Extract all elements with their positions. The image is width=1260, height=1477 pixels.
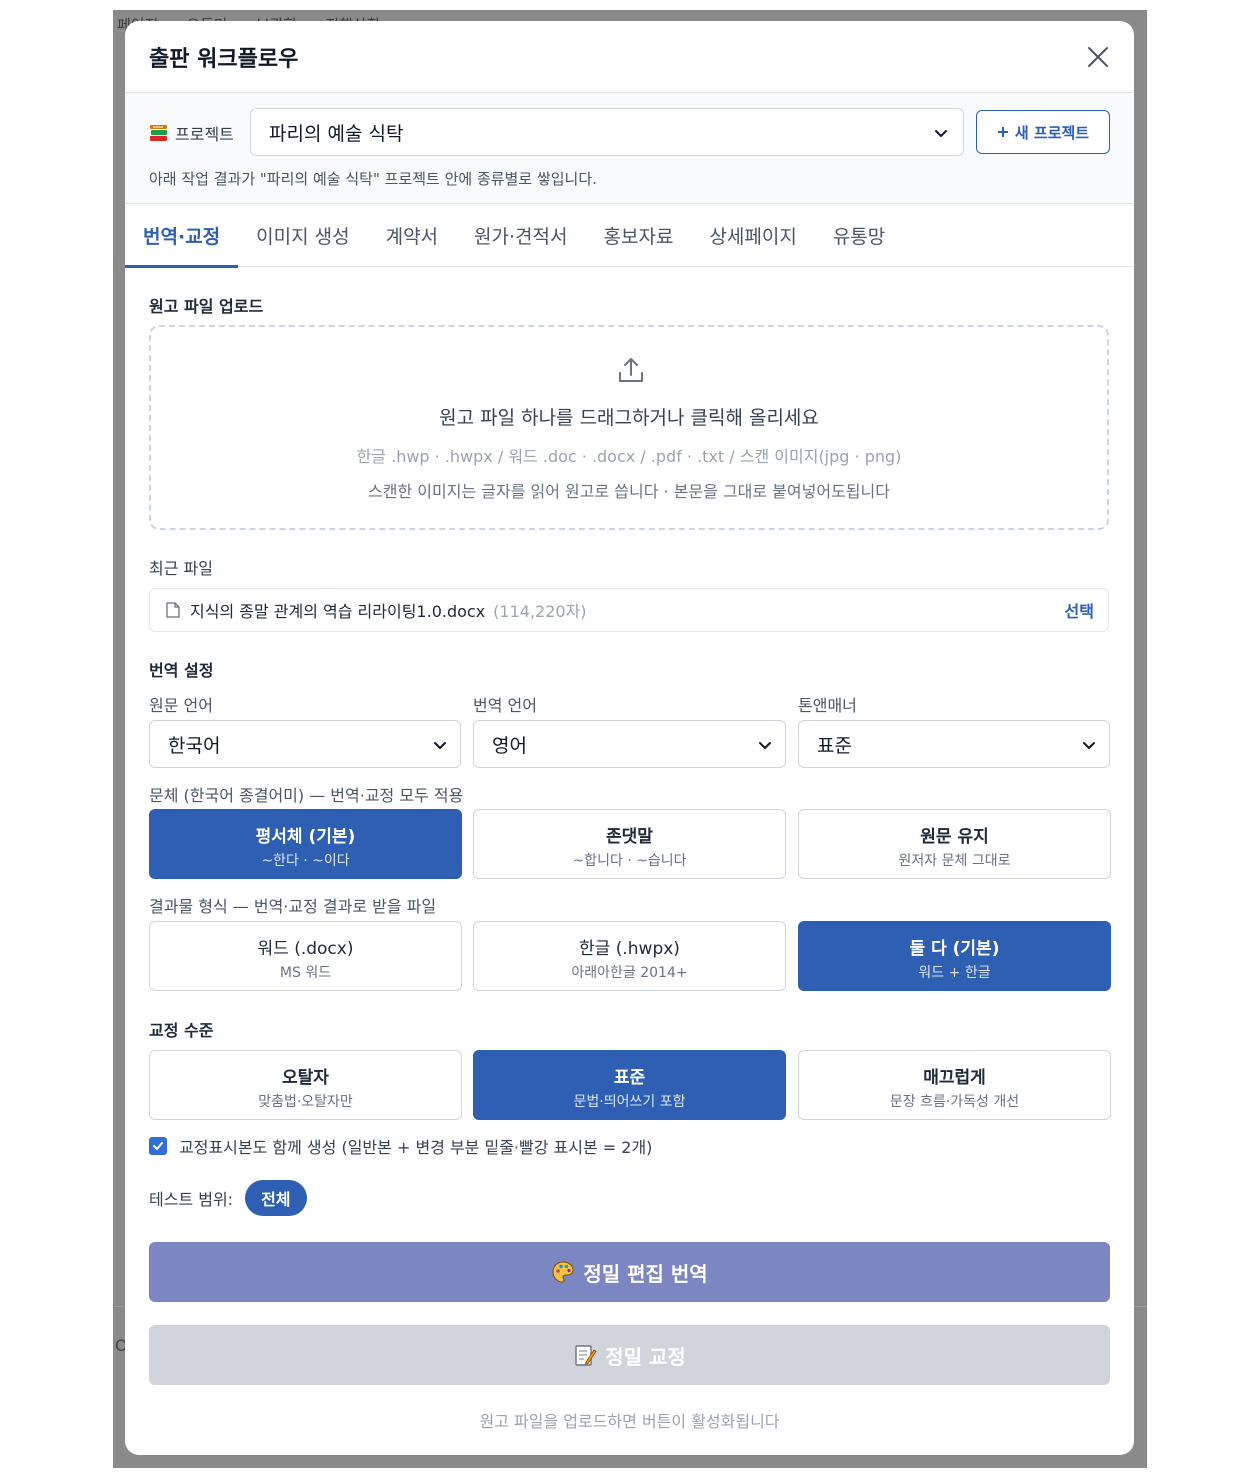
- option-title: 둘 다 (기본): [909, 939, 1000, 959]
- precise-proof-label: 정밀 교정: [605, 1344, 686, 1369]
- test-range-pill[interactable]: 전체: [245, 1180, 307, 1216]
- recent-files-label: 최근 파일: [149, 559, 213, 578]
- tab-detail-page[interactable]: 상세페이지: [691, 204, 814, 267]
- memo-icon: [575, 1345, 597, 1366]
- option-title: 원문 유지: [920, 827, 989, 847]
- project-label: 프로젝트: [149, 121, 234, 145]
- chevron-down-icon: [434, 742, 446, 749]
- style-option-polite[interactable]: 존댓말 ~합니다 · ~습니다: [473, 809, 786, 879]
- output-format-label: 결과물 형식 — 번역·교정 결과로 받을 파일: [149, 897, 437, 916]
- markup-copy-label: 교정표시본도 함께 생성 (일반본 + 변경 부분 밑줄·빨강 표시본 = 2개…: [179, 1138, 653, 1157]
- project-select-value: 파리의 예술 식탁: [269, 122, 404, 145]
- precise-proof-button[interactable]: 정밀 교정: [149, 1325, 1110, 1385]
- recent-file-name: 지식의 종말 관계의 역습 리라이팅1.0.docx: [190, 602, 486, 621]
- output-option-docx[interactable]: 워드 (.docx) MS 워드: [149, 921, 462, 991]
- style-label: 문체 (한국어 종결어미) — 번역·교정 모두 적용: [149, 786, 464, 805]
- option-subtitle: 문법·띄어쓰기 포함: [573, 1094, 686, 1110]
- option-subtitle: ~합니다 · ~습니다: [572, 853, 687, 869]
- recent-file-select-button[interactable]: 선택: [1065, 598, 1094, 622]
- precise-translate-button[interactable]: 정밀 편집 번역: [149, 1242, 1110, 1302]
- project-note: 아래 작업 결과가 "파리의 예술 식탁" 프로젝트 안에 종류별로 쌓입니다.: [149, 170, 597, 188]
- books-icon: [150, 125, 167, 141]
- tab-distribution[interactable]: 유통망: [815, 204, 903, 267]
- style-option-original[interactable]: 원문 유지 원저자 문체 그대로: [798, 809, 1111, 879]
- modal-header: 출판 워크플로우: [125, 21, 1134, 93]
- translation-settings-label: 번역 설정: [149, 661, 214, 680]
- upload-section-label: 원고 파일 업로드: [149, 297, 264, 316]
- close-button[interactable]: [1080, 39, 1116, 75]
- palette-icon: [552, 1261, 574, 1283]
- tone-value: 표준: [817, 734, 852, 757]
- tone-label: 톤앤매너: [798, 696, 857, 715]
- precise-translate-label: 정밀 편집 번역: [583, 1261, 708, 1286]
- target-language-value: 영어: [492, 734, 527, 757]
- option-title: 한글 (.hwpx): [579, 939, 680, 959]
- style-option-plain[interactable]: 평서체 (기본) ~한다 · ~이다: [149, 809, 462, 879]
- option-title: 매끄럽게: [923, 1068, 986, 1088]
- new-project-label: 새 프로젝트: [1014, 123, 1090, 142]
- plus-icon: [997, 127, 1008, 137]
- tone-select[interactable]: 표준: [798, 720, 1110, 768]
- option-subtitle: 맞춤법·오탈자만: [258, 1094, 353, 1110]
- project-bar: 프로젝트 파리의 예술 식탁 새 프로젝트 아래 작업 결과가 "파리의 예술 …: [125, 93, 1134, 204]
- chevron-down-icon: [759, 742, 771, 749]
- upload-icon: [619, 358, 643, 382]
- tab-contract[interactable]: 계약서: [368, 204, 456, 267]
- workflow-modal: 출판 워크플로우 프로젝트 파리의 예술 식탁 새 프로젝트 아래 작업 결과가…: [125, 21, 1134, 1455]
- dropzone-scan-note: 스캔한 이미지는 글자를 읽어 원고로 씁니다 · 본문을 그대로 붙여넣어도됩…: [368, 482, 890, 501]
- file-icon: [166, 602, 180, 618]
- option-subtitle: 원저자 문체 그대로: [898, 853, 1011, 869]
- tab-image-generation[interactable]: 이미지 생성: [238, 204, 367, 267]
- workflow-tabs: 번역·교정 이미지 생성 계약서 원가·견적서 홍보자료 상세페이지 유통망: [125, 204, 1134, 268]
- output-option-hwpx[interactable]: 한글 (.hwpx) 아래아한글 2014+: [473, 921, 786, 991]
- target-language-label: 번역 언어: [473, 696, 537, 715]
- test-range-label: 테스트 범위:: [149, 1190, 234, 1209]
- markup-copy-checkbox[interactable]: [149, 1137, 167, 1155]
- project-select[interactable]: 파리의 예술 식탁: [250, 108, 964, 156]
- option-subtitle: ~한다 · ~이다: [261, 853, 350, 869]
- recent-file-row[interactable]: 지식의 종말 관계의 역습 리라이팅1.0.docx (114,220자) 선택: [149, 588, 1109, 632]
- dropzone-formats: 한글 .hwp · .hwpx / 워드 .doc · .docx / .pdf…: [356, 447, 902, 466]
- chevron-down-icon: [935, 130, 947, 137]
- tab-cost-estimate[interactable]: 원가·견적서: [456, 204, 585, 267]
- option-subtitle: 아래아한글 2014+: [571, 965, 688, 981]
- test-range: 테스트 범위: 전체: [149, 1180, 307, 1216]
- close-icon: [1088, 47, 1108, 67]
- option-subtitle: MS 워드: [279, 965, 332, 981]
- output-option-both[interactable]: 둘 다 (기본) 워드 + 한글: [798, 921, 1111, 991]
- recent-file-count: (114,220자): [493, 602, 587, 621]
- source-language-label: 원문 언어: [149, 696, 213, 715]
- chevron-down-icon: [1083, 742, 1095, 749]
- option-title: 존댓말: [606, 827, 653, 847]
- option-title: 워드 (.docx): [257, 939, 354, 959]
- dropzone-instructions: 원고 파일 하나를 드래그하거나 클릭해 올리세요: [439, 407, 819, 429]
- new-project-button[interactable]: 새 프로젝트: [976, 110, 1110, 154]
- option-subtitle: 워드 + 한글: [918, 965, 991, 981]
- source-language-value: 한국어: [168, 734, 221, 757]
- proof-option-standard[interactable]: 표준 문법·띄어쓰기 포함: [473, 1050, 786, 1120]
- proof-option-typo[interactable]: 오탈자 맞춤법·오탈자만: [149, 1050, 462, 1120]
- option-title: 표준: [613, 1068, 646, 1088]
- source-language-select[interactable]: 한국어: [149, 720, 461, 768]
- proof-level-label: 교정 수준: [149, 1021, 214, 1040]
- proof-option-smooth[interactable]: 매끄럽게 문장 흐름·가독성 개선: [798, 1050, 1111, 1120]
- modal-title: 출판 워크플로우: [149, 47, 299, 72]
- target-language-select[interactable]: 영어: [473, 720, 786, 768]
- markup-copy-option: 교정표시본도 함께 생성 (일반본 + 변경 부분 밑줄·빨강 표시본 = 2개…: [149, 1134, 652, 1158]
- upload-hint: 원고 파일을 업로드하면 버튼이 활성화됩니다: [479, 1412, 780, 1431]
- check-icon: [153, 1142, 163, 1150]
- tab-promotion[interactable]: 홍보자료: [586, 204, 692, 267]
- project-label-text: 프로젝트: [175, 125, 234, 144]
- tab-translation[interactable]: 번역·교정: [125, 204, 239, 268]
- option-subtitle: 문장 흐름·가독성 개선: [889, 1094, 1020, 1110]
- option-title: 오탈자: [282, 1068, 329, 1088]
- upload-dropzone[interactable]: 원고 파일 하나를 드래그하거나 클릭해 올리세요 한글 .hwp · .hwp…: [149, 325, 1109, 530]
- option-title: 평서체 (기본): [255, 827, 356, 847]
